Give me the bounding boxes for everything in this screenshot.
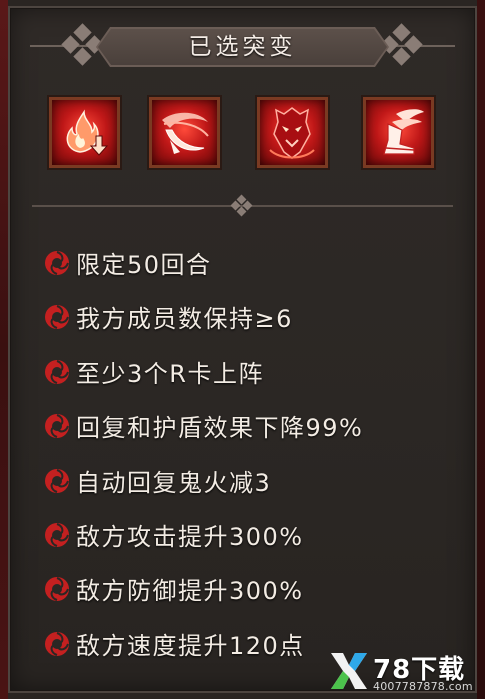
mutation-slot-4[interactable] bbox=[363, 97, 434, 168]
condition-item: 至少3个R卡上阵 bbox=[44, 345, 464, 399]
tomoe-bullet-icon bbox=[45, 577, 69, 602]
x-logo-icon bbox=[331, 653, 367, 689]
condition-text: 敌方防御提升300% bbox=[76, 577, 304, 606]
tomoe-bullet-icon bbox=[45, 359, 69, 384]
condition-text: 敌方攻击提升300% bbox=[76, 522, 304, 551]
condition-text: 回复和护盾效果下降99% bbox=[76, 414, 364, 443]
mutation-conditions-list: 限定50回合 我方成员数保持≥6 至少3个R卡上阵 回复和护盾效果下降99% 自… bbox=[44, 236, 464, 671]
right-frame-edge bbox=[477, 0, 485, 699]
condition-text: 至少3个R卡上阵 bbox=[76, 359, 264, 388]
tomoe-bullet-icon bbox=[45, 414, 69, 439]
mutation-slot-2[interactable] bbox=[149, 97, 220, 168]
divider-diamond-ornament bbox=[230, 194, 253, 217]
mutation-slot-1[interactable] bbox=[49, 97, 120, 168]
condition-item: 敌方防御提升300% bbox=[44, 562, 464, 616]
tomoe-bullet-icon bbox=[45, 631, 69, 656]
condition-text: 敌方速度提升120点 bbox=[76, 631, 305, 660]
condition-item: 敌方攻击提升300% bbox=[44, 508, 464, 562]
tomoe-bullet-icon bbox=[45, 522, 69, 547]
watermark-url: 40077878​78.com bbox=[373, 680, 473, 693]
condition-item: 限定50回合 bbox=[44, 236, 464, 290]
condition-item: 自动回复鬼火减3 bbox=[44, 454, 464, 508]
tomoe-bullet-icon bbox=[45, 305, 69, 330]
demon-shield-icon bbox=[269, 107, 315, 159]
condition-text: 限定50回合 bbox=[76, 251, 212, 279]
winged-boot-icon bbox=[383, 109, 424, 155]
site-watermark: 78下载 40077878​78.com bbox=[327, 649, 477, 695]
tomoe-bullet-icon bbox=[45, 251, 69, 275]
mutation-slot-3[interactable] bbox=[257, 97, 328, 168]
condition-text: 我方成员数保持≥6 bbox=[76, 305, 293, 334]
left-frame-edge bbox=[0, 0, 8, 699]
tomoe-bullet-icon bbox=[45, 468, 69, 493]
flame-down-arrow-icon bbox=[66, 109, 109, 156]
condition-item: 我方成员数保持≥6 bbox=[44, 290, 464, 344]
crescent-blade-icon bbox=[162, 112, 209, 154]
condition-item: 回复和护盾效果下降99% bbox=[44, 399, 464, 453]
panel-title: 已选突变 bbox=[188, 34, 297, 60]
condition-text: 自动回复鬼火减3 bbox=[76, 468, 272, 497]
